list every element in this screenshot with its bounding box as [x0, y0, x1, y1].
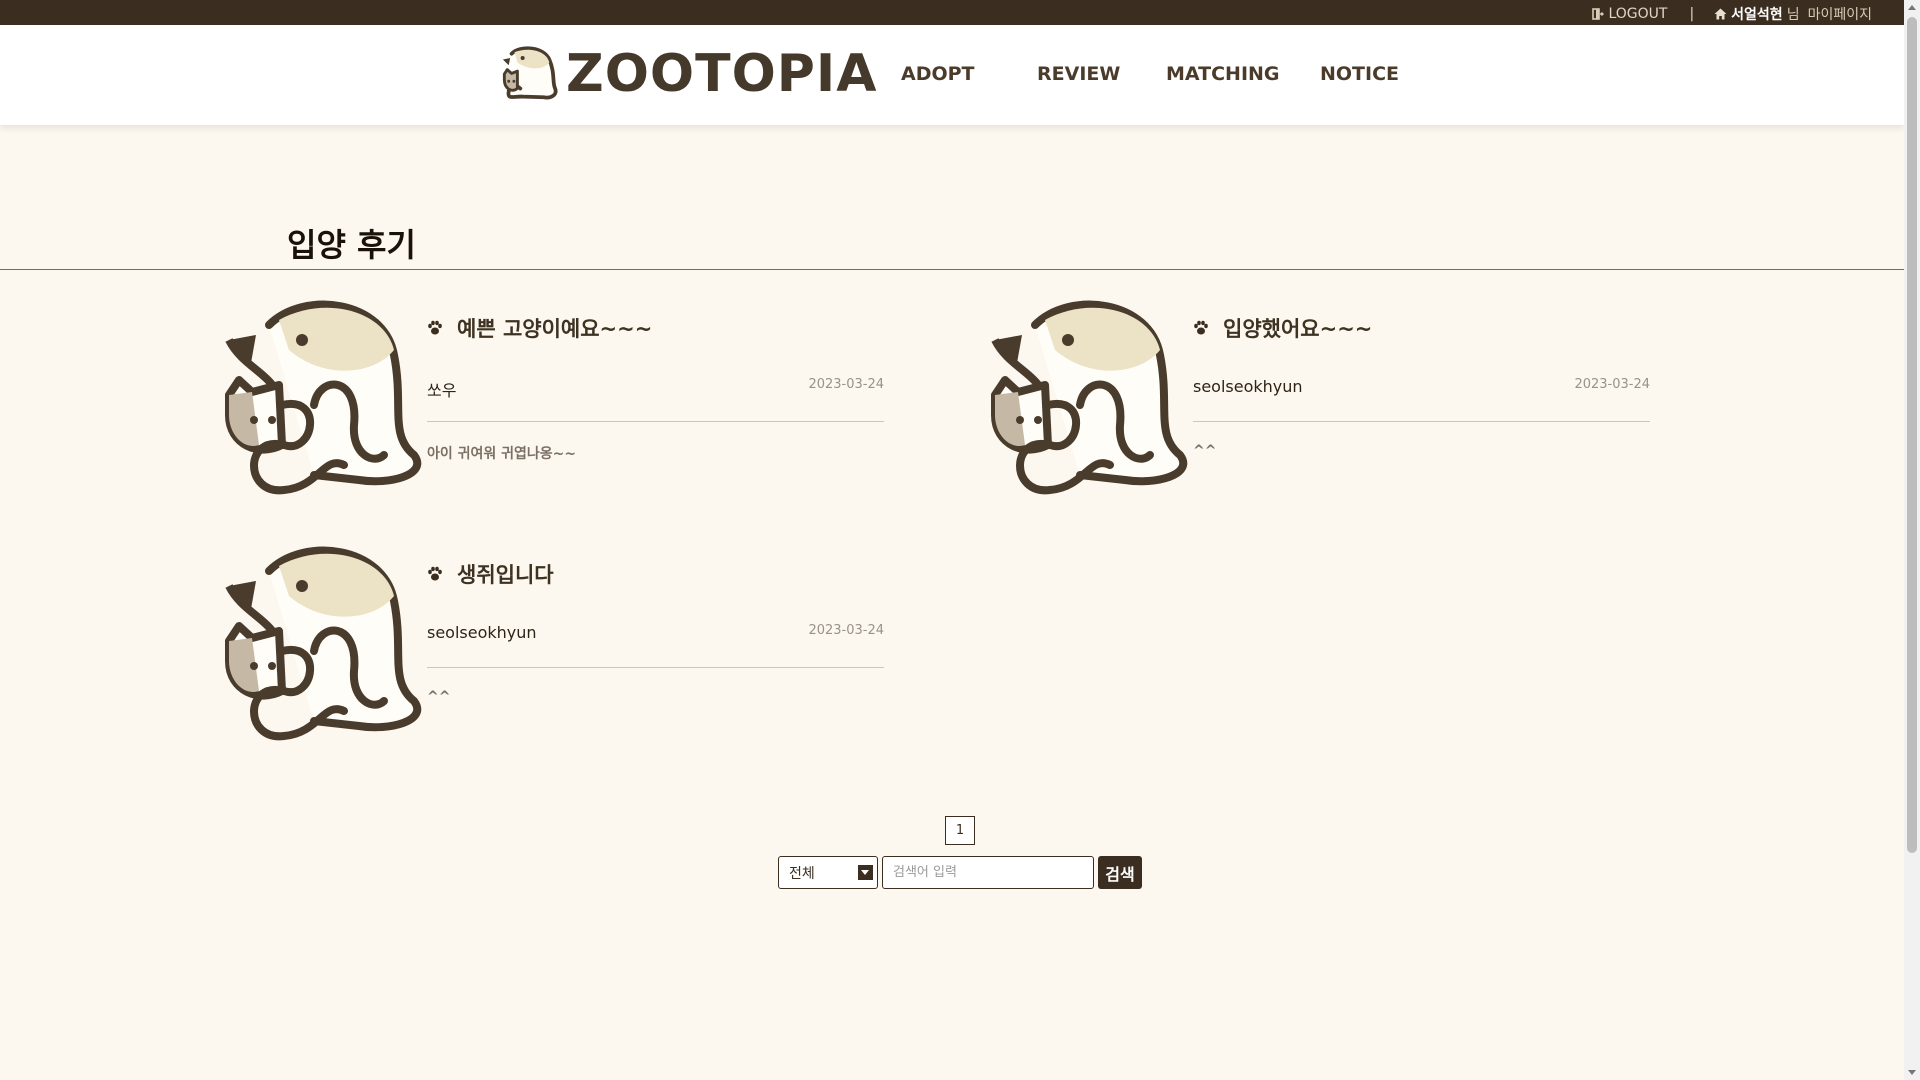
search-button[interactable]: 검색 [1098, 856, 1142, 889]
logout-link[interactable]: LOGOUT [1592, 6, 1667, 22]
paw-icon [1194, 320, 1208, 335]
review-title-row[interactable]: 예쁜 고양이예요~~~ [427, 313, 652, 343]
nav-notice[interactable]: NOTICE [1320, 63, 1399, 85]
site-logo[interactable]: ZOOTOPIA [500, 43, 878, 105]
title-divider [0, 269, 1904, 270]
nav-review[interactable]: REVIEW [1037, 63, 1120, 85]
review-divider [427, 667, 884, 668]
username: 서얼석현 [1731, 7, 1783, 23]
review-date: 2023-03-24 [808, 623, 884, 638]
search-category-value: 전체 [789, 866, 815, 882]
scroll-down-icon[interactable] [1908, 1070, 1916, 1075]
review-author: seolseokhyun [427, 623, 537, 642]
review-thumbnail-image [225, 546, 421, 741]
review-body: ^^ [427, 689, 451, 705]
scrollbar-thumb[interactable] [1907, 17, 1917, 853]
review-title-row[interactable]: 생쥐입니다 [427, 559, 554, 589]
review-divider [1193, 421, 1650, 422]
review-card[interactable]: 생쥐입니다 seolseokhyun 2023-03-24 ^^ [224, 541, 884, 751]
review-card[interactable]: 입양했어요~~~ seolseokhyun 2023-03-24 ^^ [990, 295, 1650, 505]
page-scrollbar[interactable] [1904, 0, 1920, 1080]
review-title-row[interactable]: 입양했어요~~~ [1193, 313, 1372, 343]
dog-cat-logo-icon [502, 46, 558, 100]
nav-adopt[interactable]: ADOPT [901, 63, 975, 85]
review-author: seolseokhyun [1193, 377, 1303, 396]
review-author: 쏘우 [427, 381, 457, 400]
logo-text: ZOOTOPIA [566, 44, 878, 104]
review-divider [427, 421, 884, 422]
search-bar: 전체 검색 [778, 856, 1142, 889]
scroll-up-icon[interactable] [1908, 5, 1916, 10]
logout-label: LOGOUT [1608, 6, 1668, 22]
review-body: ^^ [1193, 443, 1217, 459]
review-date: 2023-03-24 [1574, 377, 1650, 392]
user-info: 서얼석현 님 마이페이지 [1714, 4, 1872, 24]
logout-icon [1592, 8, 1605, 20]
chevron-down-icon [858, 865, 873, 880]
review-body: 아이 귀여워 귀엽나옹~~ [427, 446, 577, 462]
nav-matching[interactable]: MATCHING [1166, 63, 1280, 85]
review-thumbnail-image [225, 300, 421, 495]
review-title: 생쥐입니다 [457, 563, 554, 587]
username-suffix: 님 [1786, 7, 1800, 23]
home-icon [1714, 8, 1727, 20]
review-date: 2023-03-24 [808, 377, 884, 392]
paw-icon [428, 566, 442, 581]
review-card[interactable]: 예쁜 고양이예요~~~ 쏘우 2023-03-24 아이 귀여워 귀엽나옹~~ [224, 295, 884, 505]
review-title: 입양했어요~~~ [1223, 317, 1373, 341]
main-header: ZOOTOPIA ADOPT REVIEW MATCHING NOTICE [0, 25, 1904, 125]
search-category-select[interactable]: 전체 [778, 856, 878, 889]
page-title: 입양 후기 [287, 226, 416, 264]
search-input[interactable] [882, 856, 1094, 889]
review-thumbnail-image [991, 300, 1187, 495]
user-menu: LOGOUT | 서얼석현 님 마이페이지 [1592, 4, 1872, 24]
paw-icon [428, 320, 442, 335]
mypage-link[interactable]: 마이페이지 [1808, 4, 1872, 24]
review-title: 예쁜 고양이예요~~~ [457, 317, 653, 341]
top-utility-bar: LOGOUT | 서얼석현 님 마이페이지 [0, 0, 1904, 25]
page-number-button[interactable]: 1 [945, 816, 975, 845]
separator: | [1689, 6, 1695, 22]
